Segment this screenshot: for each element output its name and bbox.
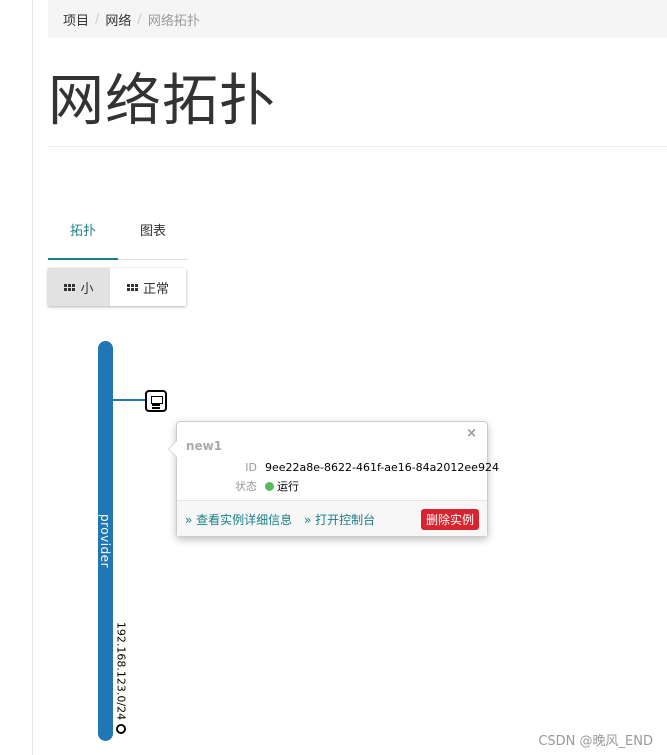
breadcrumb-item-project[interactable]: 项目 [63,10,89,29]
close-icon[interactable]: × [466,426,477,441]
left-divider [32,0,33,755]
instance-id-value: 9ee22a8e-8622-461f-ae16-84a2012ee924 [265,461,499,474]
view-tabs: 拓扑 图表 [48,214,188,260]
normal-size-button[interactable]: 正常 [110,268,186,306]
popover-arrow [168,440,177,458]
instance-id-label: ID [245,461,257,474]
breadcrumb-separator: / [137,11,142,27]
open-console-link[interactable]: » 打开控制台 [304,511,375,528]
globe-icon: ● [116,724,126,734]
title-divider [48,146,667,147]
view-instance-details-link[interactable]: » 查看实例详细信息 [185,511,292,528]
small-size-label: 小 [80,281,94,297]
instance-status-label: 状态 [235,480,257,493]
network-link-line [113,399,145,401]
breadcrumb-item-current: 网络拓扑 [147,13,200,29]
grid-icon [64,283,76,291]
instance-status-value: 运行 [265,478,299,494]
instance-icon[interactable] [145,390,167,412]
small-size-button[interactable]: 小 [48,268,110,306]
network-name: provider [98,514,112,568]
breadcrumb-item-network[interactable]: 网络 [105,10,131,29]
grid-icon [126,283,138,291]
watermark: CSDN @晚风_END [538,734,653,749]
breadcrumb-separator: / [95,11,100,27]
delete-instance-button[interactable]: 删除实例 [420,509,479,530]
network-cidr: 192.168.123.0/24 [114,621,128,721]
instance-name: new1 [186,439,223,453]
tab-topology[interactable]: 拓扑 [48,214,118,260]
status-text: 运行 [277,480,299,493]
tab-graph[interactable]: 图表 [118,214,188,259]
popover-footer: » 查看实例详细信息 » 打开控制台 删除实例 [177,500,487,536]
normal-size-label: 正常 [142,281,169,297]
size-toggle-group: 小 正常 [48,268,186,306]
status-dot-icon [265,482,274,491]
page-title: 网络拓扑 [48,69,276,134]
instance-popover: × new1 ID 9ee22a8e-8622-461f-ae16-84a201… [168,421,499,537]
breadcrumb: 项目 / 网络 / 网络拓扑 [48,0,667,38]
